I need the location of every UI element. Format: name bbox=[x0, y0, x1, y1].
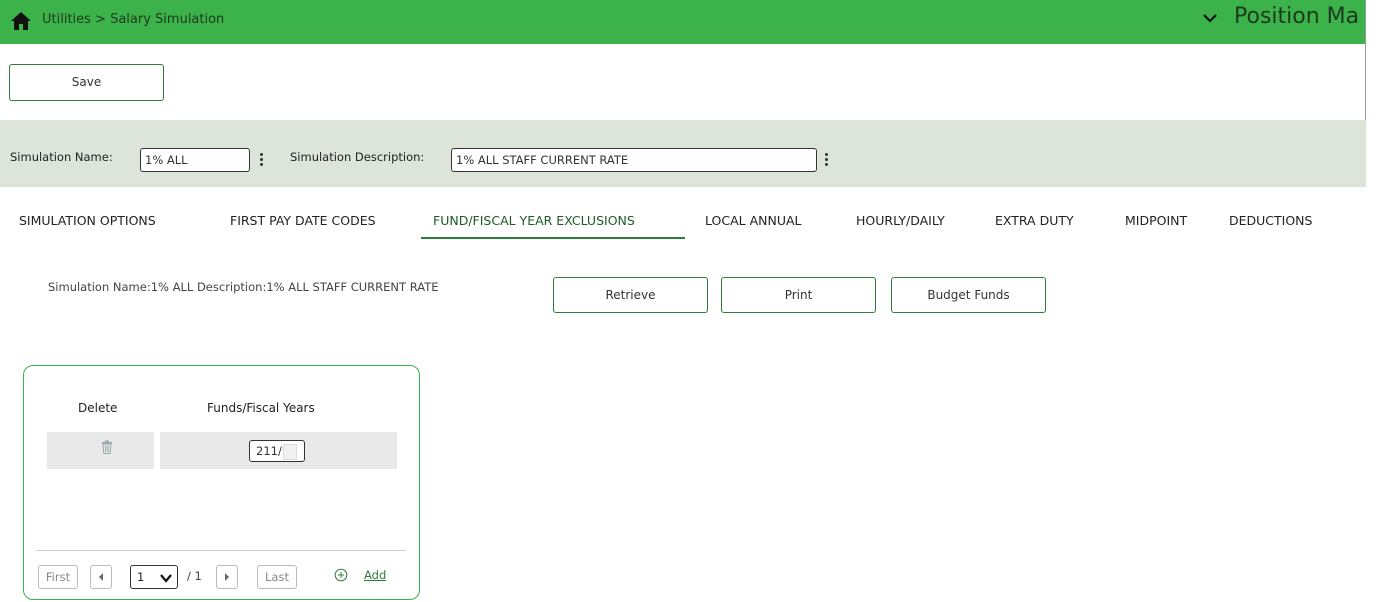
simulation-description-label: Simulation Description: bbox=[290, 150, 425, 164]
active-tab-indicator bbox=[421, 237, 685, 239]
chevron-down-icon[interactable] bbox=[1200, 8, 1220, 28]
table-row-delete-cell bbox=[47, 432, 154, 469]
column-header-delete: Delete bbox=[78, 401, 118, 415]
simulation-description-more-icon[interactable] bbox=[825, 153, 829, 167]
fund-fiscal-year-field[interactable]: 211/ bbox=[249, 440, 305, 462]
tab-extra-duty[interactable]: EXTRA DUTY bbox=[995, 213, 1074, 228]
module-title[interactable]: Position Ma bbox=[1234, 4, 1366, 29]
tab-bar: SIMULATION OPTIONS FIRST PAY DATE CODES … bbox=[0, 187, 1366, 243]
home-icon[interactable] bbox=[10, 10, 32, 32]
tab-local-annual[interactable]: LOCAL ANNUAL bbox=[705, 213, 802, 228]
trash-icon[interactable] bbox=[101, 440, 113, 454]
simulation-name-field[interactable]: 1% ALL bbox=[140, 148, 250, 172]
exclusions-grid: Delete Funds/Fiscal Years 211/ First 1 /… bbox=[23, 365, 420, 600]
fiscal-year-blank[interactable] bbox=[282, 443, 297, 460]
column-header-funds: Funds/Fiscal Years bbox=[207, 401, 315, 415]
simulation-description-field[interactable]: 1% ALL STAFF CURRENT RATE bbox=[451, 148, 817, 172]
grid-divider bbox=[36, 550, 406, 551]
budget-funds-button[interactable]: Budget Funds bbox=[891, 277, 1046, 313]
pager-current-page: 1 bbox=[137, 570, 145, 584]
toolbar: Save bbox=[0, 44, 1366, 120]
tab-first-pay-date-codes[interactable]: FIRST PAY DATE CODES bbox=[230, 213, 376, 228]
tab-simulation-options[interactable]: SIMULATION OPTIONS bbox=[19, 213, 156, 228]
pager-total: / 1 bbox=[187, 569, 202, 583]
add-circle-icon[interactable] bbox=[334, 568, 348, 582]
pager-first-button[interactable]: First bbox=[38, 565, 78, 589]
pager-next-button[interactable] bbox=[216, 565, 238, 589]
tab-fund-fiscal-year-exclusions[interactable]: FUND/FISCAL YEAR EXCLUSIONS bbox=[433, 213, 635, 228]
tab-deductions[interactable]: DEDUCTIONS bbox=[1229, 213, 1312, 228]
chevron-down-icon bbox=[160, 574, 172, 583]
next-icon bbox=[225, 573, 229, 581]
pager-last-button[interactable]: Last bbox=[257, 565, 297, 589]
prev-icon bbox=[99, 573, 103, 581]
top-bar: Utilities > Salary Simulation Position M… bbox=[0, 0, 1366, 44]
pager-prev-button[interactable] bbox=[90, 565, 112, 589]
table-row-funds-cell: 211/ bbox=[160, 432, 397, 469]
pager-page-select[interactable]: 1 bbox=[130, 565, 178, 589]
breadcrumb[interactable]: Utilities > Salary Simulation bbox=[42, 12, 224, 27]
simulation-name-more-icon[interactable] bbox=[260, 153, 264, 167]
add-row-link[interactable]: Add bbox=[364, 568, 386, 582]
tab-hourly-daily[interactable]: HOURLY/DAILY bbox=[856, 213, 945, 228]
retrieve-button[interactable]: Retrieve bbox=[553, 277, 708, 313]
fund-fiscal-year-value: 211/ bbox=[256, 444, 282, 458]
print-button[interactable]: Print bbox=[721, 277, 876, 313]
save-button[interactable]: Save bbox=[9, 64, 164, 101]
app-root: Utilities > Salary Simulation Position M… bbox=[0, 0, 1379, 602]
simulation-name-label: Simulation Name: bbox=[10, 150, 113, 164]
tab-midpoint[interactable]: MIDPOINT bbox=[1125, 213, 1187, 228]
simulation-bar: Simulation Name: 1% ALL Simulation Descr… bbox=[0, 120, 1366, 187]
simulation-info-text: Simulation Name:1% ALL Description:1% AL… bbox=[48, 280, 439, 294]
